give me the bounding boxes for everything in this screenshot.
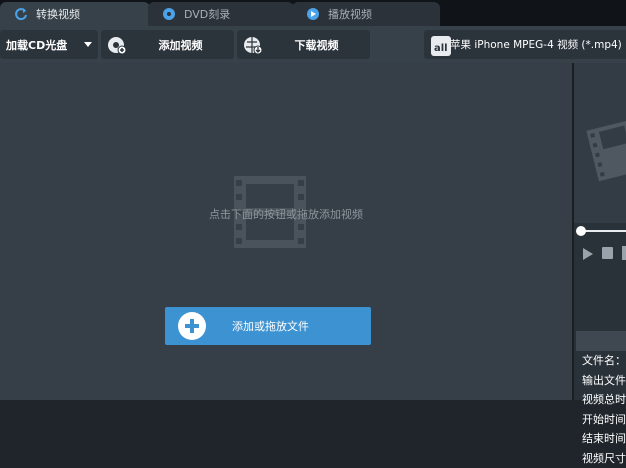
toolbar: 加载CD光盘 添加视频 下载视频 all 苹果 iPhone MPEG-4 视频… <box>0 26 626 63</box>
tab-bar: 转换视频 DVD刻录 播放视频 <box>0 0 626 26</box>
output-format-selector[interactable]: all 苹果 iPhone MPEG-4 视频 (*.mp4) <box>424 30 626 59</box>
globe-download-icon <box>243 35 263 55</box>
load-cd-label: 加载CD光盘 <box>0 37 84 53</box>
refresh-icon <box>14 7 28 21</box>
info-row-end-time: 结束时间 <box>576 429 626 449</box>
tab-dvd-burn[interactable]: DVD刻录 <box>148 2 294 26</box>
add-video-icon <box>107 35 127 55</box>
tab-convert-video[interactable]: 转换视频 <box>0 2 150 26</box>
info-header <box>576 331 626 351</box>
load-cd-dropdown[interactable]: 加载CD光盘 <box>0 30 98 59</box>
add-video-button[interactable]: 添加视频 <box>101 30 234 59</box>
disc-icon <box>162 7 176 21</box>
play-icon <box>306 7 320 21</box>
video-preview <box>574 63 626 223</box>
seek-handle[interactable] <box>576 226 586 236</box>
info-row-video-size: 视频尺寸 <box>576 449 626 468</box>
svg-text:all: all <box>434 43 448 54</box>
download-video-button[interactable]: 下载视频 <box>237 30 370 59</box>
all-formats-icon: all <box>430 35 450 55</box>
tab-label: 播放视频 <box>328 6 372 22</box>
info-row-output-file: 输出文件 <box>576 371 626 391</box>
download-video-label: 下载视频 <box>263 37 370 53</box>
seek-bar[interactable] <box>574 226 626 236</box>
info-row-filename: 文件名： <box>576 351 626 371</box>
info-row-start-time: 开始时间 <box>576 410 626 430</box>
add-or-drop-file-label: 添加或拖放文件 <box>206 318 371 334</box>
stop-control-icon[interactable] <box>602 247 613 259</box>
tab-play-video[interactable]: 播放视频 <box>292 2 440 26</box>
add-video-label: 添加视频 <box>127 37 234 53</box>
film-reel-icon <box>586 111 626 191</box>
drop-hint-text: 点击下面的按钮或拖放添加视频 <box>0 206 572 222</box>
plus-icon <box>178 312 206 340</box>
chevron-down-icon <box>84 38 92 51</box>
tab-label: 转换视频 <box>36 6 80 22</box>
video-drop-area[interactable] <box>0 63 572 400</box>
play-control-icon[interactable] <box>582 246 594 265</box>
add-or-drop-file-button[interactable]: 添加或拖放文件 <box>165 307 371 345</box>
pause-control-icon[interactable] <box>622 246 626 260</box>
output-format-label: 苹果 iPhone MPEG-4 视频 (*.mp4) <box>450 37 626 52</box>
preview-panel: 文件名： 输出文件 视频总时 开始时间 结束时间 视频尺寸 <box>572 63 626 400</box>
tab-label: DVD刻录 <box>184 6 230 22</box>
